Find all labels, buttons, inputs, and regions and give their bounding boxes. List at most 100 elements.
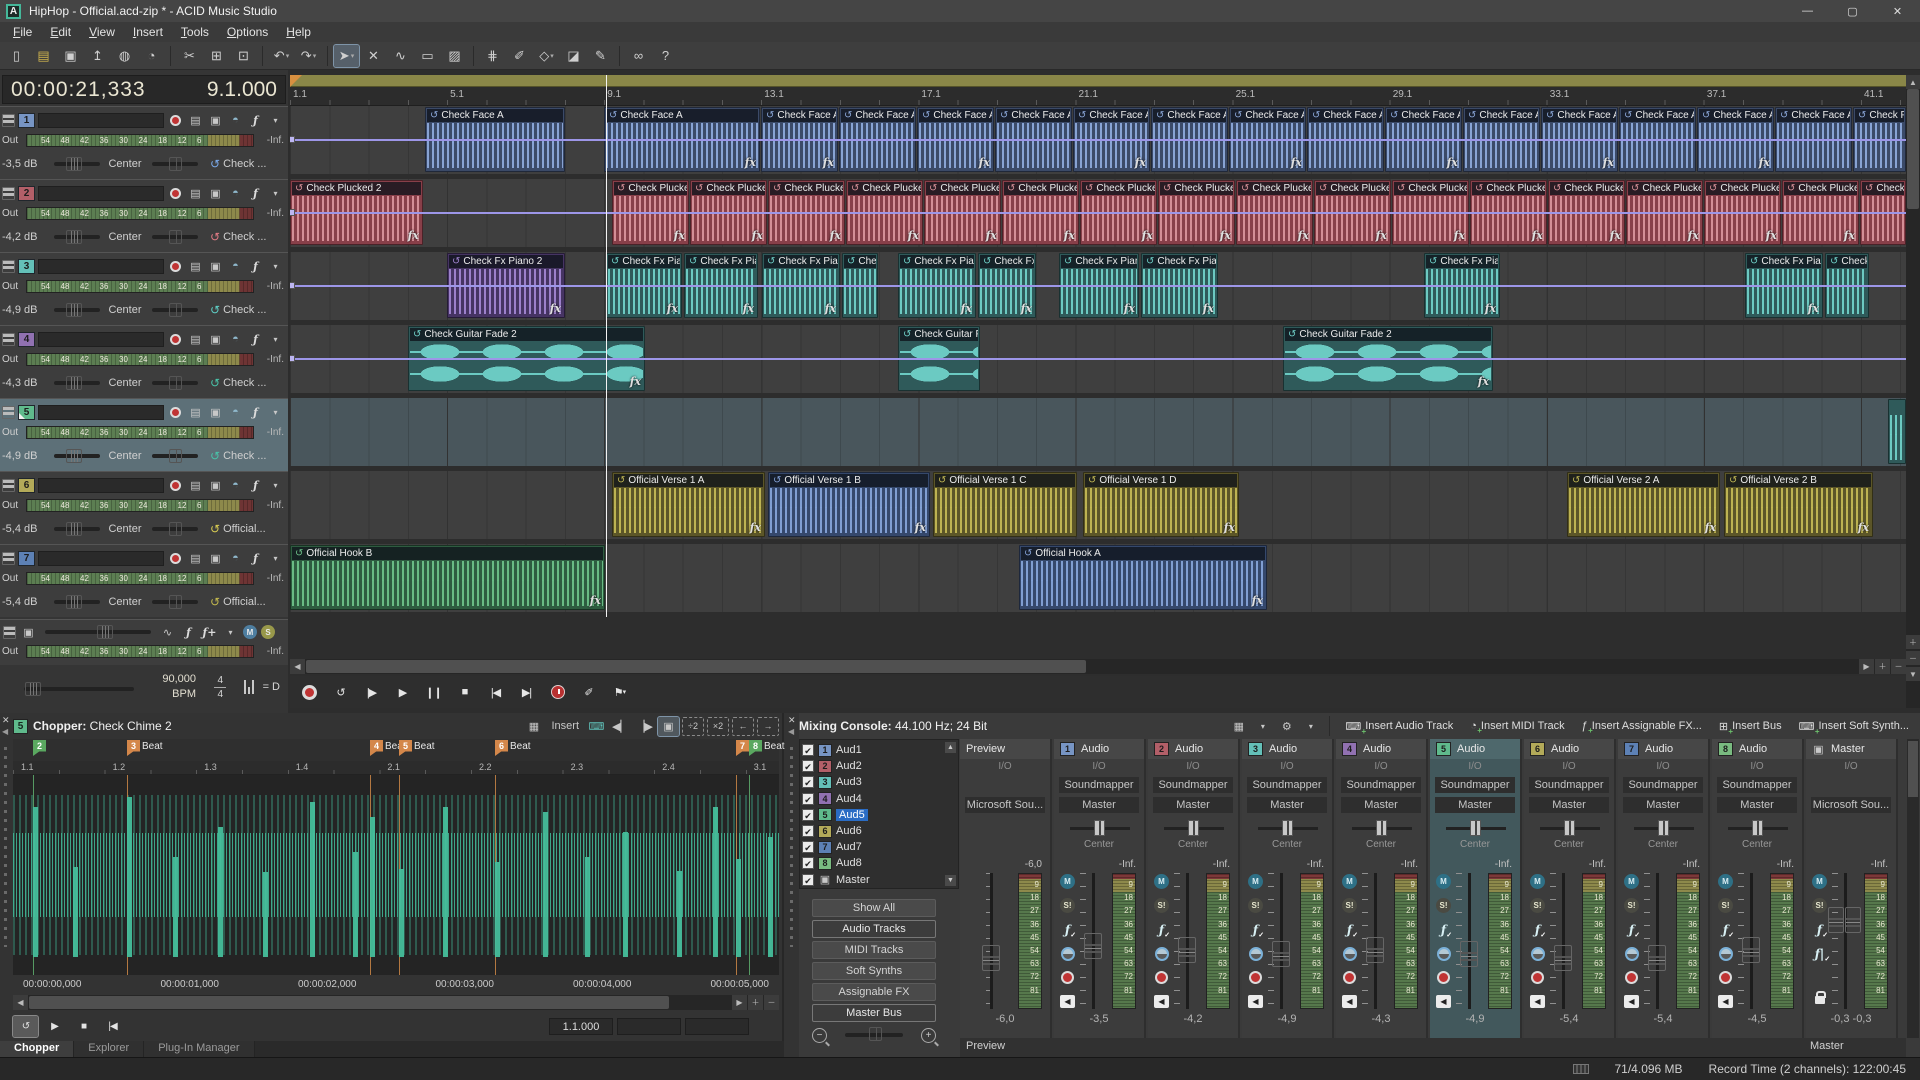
checkbox-checked-icon[interactable]: ✔: [802, 793, 814, 805]
menu-edit[interactable]: Edit: [41, 23, 80, 41]
tab-chopper[interactable]: Chopper: [0, 1041, 74, 1057]
bus-fx-icon[interactable]: ƒ: [180, 624, 197, 640]
track-fx-name[interactable]: Official...: [223, 523, 284, 535]
checkbox-checked-icon[interactable]: ✔: [802, 825, 814, 837]
timeline-clip[interactable]: ↺Official Hook Bfx: [290, 545, 605, 610]
scroll-down-button[interactable]: ▼: [1906, 667, 1920, 681]
assignable-fx-button[interactable]: Assignable FX: [812, 983, 936, 1001]
whats-this-help-button[interactable]: ?: [653, 45, 678, 67]
publish-button[interactable]: ◍: [112, 45, 137, 67]
pan-slider-handle[interactable]: [169, 376, 182, 390]
timeline-lane-track5[interactable]: [290, 398, 1906, 471]
track-number-badge[interactable]: 7: [18, 551, 35, 566]
track-more-button[interactable]: ▾: [267, 404, 284, 420]
fader-handle[interactable]: [1742, 937, 1760, 963]
mixer-drag-handle[interactable]: [790, 747, 793, 947]
pan-circle-icon[interactable]: [1153, 945, 1170, 962]
mixer-close-icon[interactable]: ✕: [788, 715, 796, 726]
volume-value[interactable]: -5,4 dB: [2, 596, 46, 608]
fader-value[interactable]: -5,4: [1618, 1013, 1708, 1025]
monitor-icon[interactable]: ◀: [1341, 993, 1358, 1010]
zoom-in-track-button[interactable]: ＋: [1906, 635, 1920, 649]
clip-fx-badge[interactable]: fx: [1603, 156, 1614, 169]
io-label[interactable]: I/O: [1242, 761, 1332, 772]
fader-value[interactable]: -5,4: [1524, 1013, 1614, 1025]
fx-icon[interactable]: ƒ: [1529, 921, 1546, 938]
clip-fx-badge[interactable]: fx: [1858, 521, 1869, 534]
save-project-button[interactable]: ▣: [58, 45, 83, 67]
record-arm-button[interactable]: [167, 112, 184, 128]
pan-slider[interactable]: [152, 600, 198, 604]
track-number-badge[interactable]: 1: [18, 113, 35, 128]
timeline-vertical-scrollbar[interactable]: ▲ ＋ － ▼: [1906, 75, 1920, 708]
output-select-button[interactable]: Microsoft Sou...: [1811, 797, 1891, 813]
pan-label[interactable]: Center: [106, 596, 144, 608]
pan-slider-handle[interactable]: [1658, 820, 1669, 836]
clip-fx-badge[interactable]: fx: [1298, 229, 1309, 242]
timeline-lane-track3[interactable]: ↺Check Fx Piano 2fx↺Check Fx Piano 2fx↺C…: [290, 252, 1906, 325]
output-select-button[interactable]: Master: [1247, 797, 1327, 813]
insert-audio-track-button[interactable]: ⌨Insert Audio Track: [1338, 716, 1460, 736]
clip-fx-badge[interactable]: fx: [1766, 229, 1777, 242]
output-select-button[interactable]: Master: [1059, 797, 1139, 813]
paint-tool-button[interactable]: ▨: [442, 45, 467, 67]
mixer-track-list-item[interactable]: ✔2Aud2: [802, 758, 862, 774]
time-display[interactable]: 00:00:21,333 9.1.000: [2, 75, 286, 104]
beat-marker-flag[interactable]: 2: [33, 740, 46, 756]
meter-peak-label[interactable]: -Inf.: [1871, 859, 1888, 870]
pan-slider-handle[interactable]: [169, 595, 182, 609]
mute-icon[interactable]: M: [1435, 873, 1452, 890]
maximize-track-button[interactable]: ▣: [207, 331, 224, 347]
mute-icon[interactable]: M: [1529, 873, 1546, 890]
track-drag-handle[interactable]: [2, 260, 15, 273]
solo-button[interactable]: ◓: [227, 331, 244, 347]
clip-fx-badge[interactable]: fx: [408, 229, 419, 242]
region-tool-button[interactable]: ◇▾: [534, 45, 559, 67]
clip-fx-badge[interactable]: fx: [1203, 302, 1214, 315]
output-select-button[interactable]: Master: [1153, 797, 1233, 813]
record-arm-icon[interactable]: [1247, 969, 1264, 986]
dropdown-arrow-icon[interactable]: ▾: [313, 52, 317, 60]
solo-icon[interactable]: S!: [1529, 897, 1546, 914]
timeline-horizontal-scrollbar[interactable]: ◀ ▶ ＋ －: [290, 659, 1906, 674]
monitor-icon[interactable]: ◀: [1529, 993, 1546, 1010]
clip-fx-badge[interactable]: fx: [915, 521, 926, 534]
timeline-lane-track2[interactable]: ↺Check Plucked 2fx↺Check Plucked 2fx↺Che…: [290, 179, 1906, 252]
transport-play-from-start-button[interactable]: |▶: [358, 680, 385, 704]
monitor-icon[interactable]: ◀: [1717, 993, 1734, 1010]
bus-volume-slider[interactable]: [45, 630, 151, 634]
pan-slider[interactable]: [152, 235, 198, 239]
timeline-clip[interactable]: ↺Official Verse 1 Dfx: [1083, 472, 1239, 537]
track-fx-name[interactable]: Check ...: [223, 158, 284, 170]
volume-slider-handle[interactable]: [66, 595, 82, 609]
scroll-left-button[interactable]: ◀: [13, 995, 28, 1010]
fader-value[interactable]: -4,9: [1242, 1013, 1332, 1025]
clip-fx-badge[interactable]: fx: [986, 229, 997, 242]
timeline-lane-track1[interactable]: ↺Check Face A↺Check Face Afx↺Check Face …: [290, 106, 1906, 179]
scrollbar-thumb[interactable]: [29, 996, 669, 1009]
maximize-track-button[interactable]: ▣: [207, 404, 224, 420]
output-select-button[interactable]: Master: [1717, 797, 1797, 813]
menu-options[interactable]: Options: [218, 23, 277, 41]
dropdown-arrow-icon[interactable]: ▾: [550, 52, 554, 60]
shift-left-button[interactable]: ◀▏: [610, 717, 631, 736]
solo-button[interactable]: ◓: [227, 258, 244, 274]
track-name-input[interactable]: [38, 259, 164, 274]
show-all-button[interactable]: Show All: [812, 899, 936, 917]
mixer-pin-icon[interactable]: ◀: [788, 727, 794, 736]
track-automation-button[interactable]: ▤: [187, 258, 204, 274]
track-name-input[interactable]: [38, 332, 164, 347]
solo-icon[interactable]: S!: [1153, 897, 1170, 914]
track-name[interactable]: Aud2: [836, 760, 862, 772]
chopper-waveform[interactable]: [13, 775, 779, 975]
volume-slider[interactable]: [54, 381, 100, 385]
track-drag-handle[interactable]: [2, 552, 15, 565]
timeline-lane-track4[interactable]: ↺Check Guitar Fade 2fx↺Check Guitar Fade…: [290, 325, 1906, 398]
scroll-left-button[interactable]: ◀: [290, 659, 305, 674]
tab-explorer[interactable]: Explorer: [74, 1041, 144, 1057]
menu-view[interactable]: View: [80, 23, 124, 41]
clip-fx-badge[interactable]: fx: [1291, 156, 1302, 169]
mixer-strip-track1[interactable]: 1AudioI/OSoundmapperMasterCenter-Inf.MS!…: [1054, 739, 1146, 1038]
envelope-tool-button[interactable]: ∿: [388, 45, 413, 67]
get-media-from-web-button[interactable]: ◔: [139, 45, 164, 67]
